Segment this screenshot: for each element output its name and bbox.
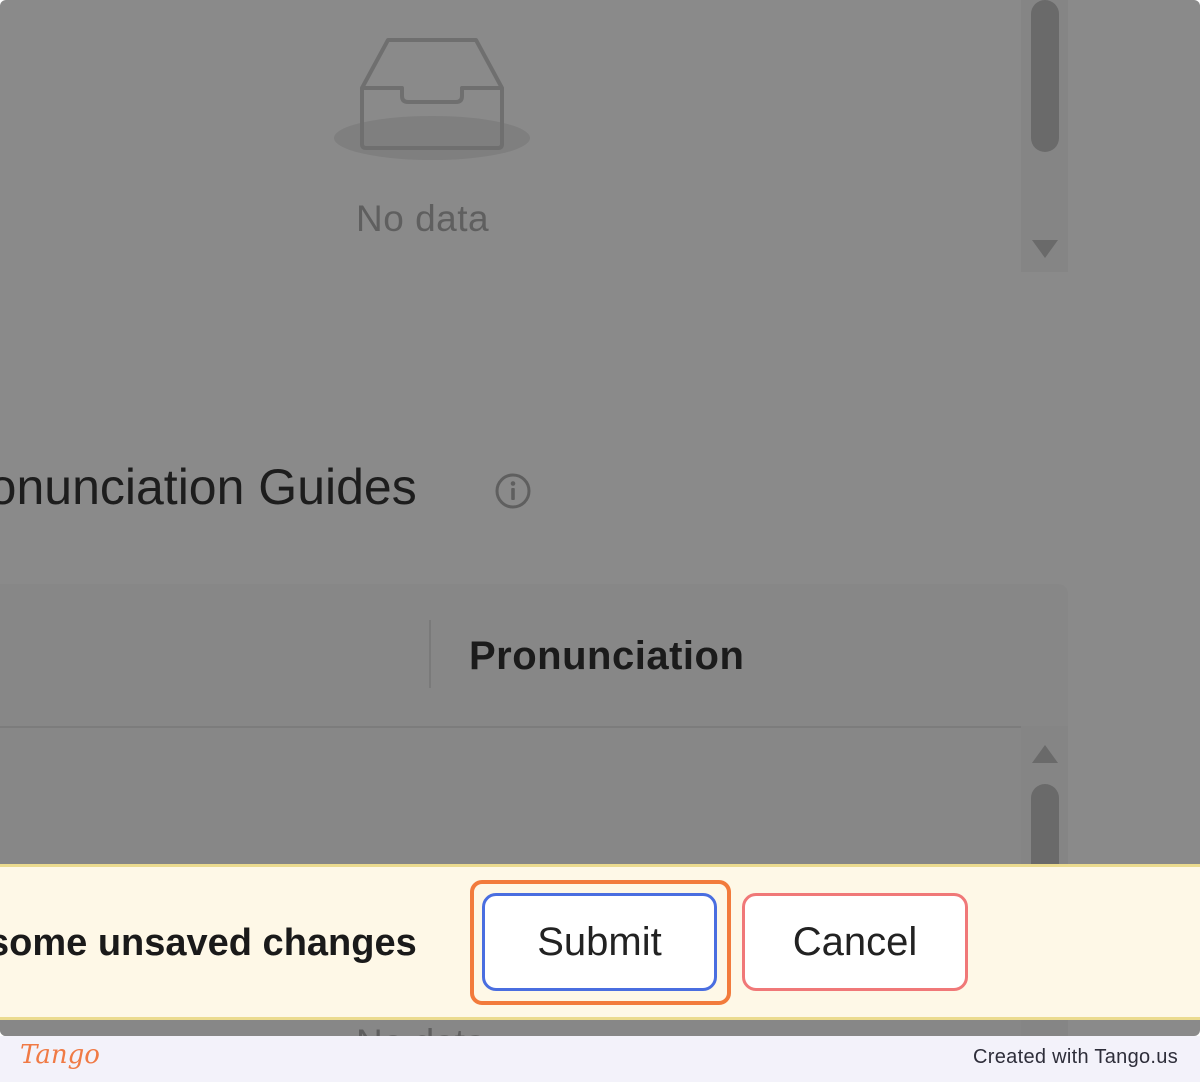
- tango-logo: Tango: [20, 1040, 100, 1070]
- scroll-down-arrow-icon[interactable]: [1032, 240, 1058, 258]
- scrollbar-thumb-top[interactable]: [1031, 0, 1059, 152]
- section-title-text: ronunciation Guides: [0, 459, 417, 515]
- empty-state-text: No data: [356, 198, 490, 239]
- table-header: Pronunciation: [0, 584, 1068, 728]
- cancel-button[interactable]: Cancel: [742, 893, 968, 991]
- footer-credit: Created with Tango.us: [973, 1046, 1178, 1068]
- inbox-icon: [334, 38, 530, 160]
- unsaved-changes-message: some unsaved changes: [0, 922, 417, 964]
- column-header-pronunciation[interactable]: Pronunciation: [469, 634, 744, 679]
- column-divider[interactable]: [429, 620, 431, 688]
- scroll-up-arrow-icon[interactable]: [1032, 745, 1058, 763]
- info-icon[interactable]: [494, 472, 532, 510]
- table-empty-text: No data: [356, 1022, 486, 1036]
- section-title: ronunciation Guides: [0, 458, 417, 516]
- app-viewport: No data ronunciation Guides Pronunciatio…: [0, 0, 1200, 1036]
- submit-button[interactable]: Submit: [482, 893, 717, 991]
